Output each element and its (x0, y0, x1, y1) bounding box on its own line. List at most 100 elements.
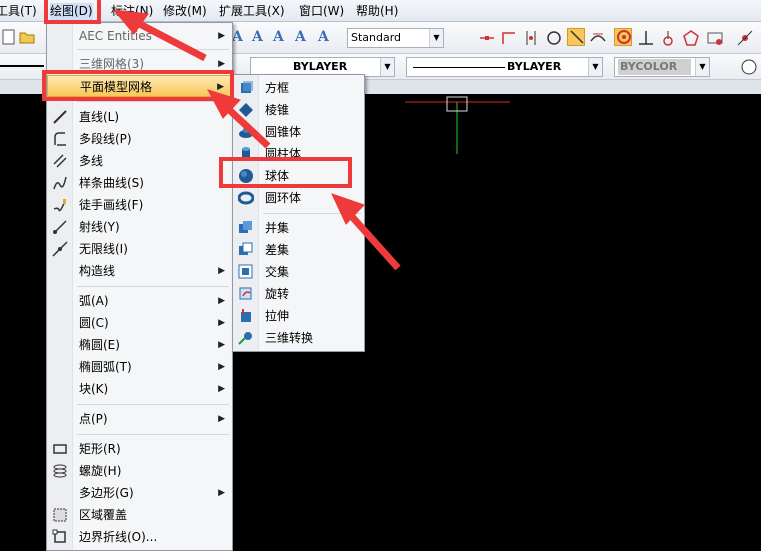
subtract-icon (239, 242, 253, 255)
snap-tangent-icon[interactable] (567, 28, 585, 46)
snap-circle-icon[interactable] (545, 29, 563, 47)
new-file-icon[interactable] (0, 28, 18, 46)
snap-endpoint-icon[interactable] (478, 29, 496, 47)
chevron-down-icon: ▼ (429, 29, 443, 47)
text-find-icon[interactable]: A (295, 29, 306, 45)
menu-item-arc[interactable]: 弧(A) ▶ (47, 290, 232, 312)
submenu-item-revolve[interactable]: 旋转 (233, 283, 364, 305)
menu-item-boundary-polyline[interactable]: 边界折线(O)... (47, 526, 232, 548)
menu-item-aec-entities[interactable]: AEC Entities ▶ (47, 25, 232, 47)
linetype-preview (0, 65, 44, 67)
menu-dimension[interactable]: 标注(N) (111, 3, 153, 20)
snap-node-icon[interactable] (659, 29, 677, 47)
snap-polygon-icon[interactable] (682, 29, 700, 47)
submenu-item-3d-convert[interactable]: 三维转换 (233, 327, 364, 349)
multiline-text-icon[interactable]: A (252, 29, 263, 45)
snap-quadrant-icon[interactable] (614, 28, 632, 46)
text-style-select[interactable]: Standard ▼ (347, 28, 444, 48)
chevron-right-icon: ▶ (218, 488, 225, 498)
submenu-item-intersect[interactable]: 交集 (233, 261, 364, 283)
menu-extend-tools[interactable]: 扩展工具(X) (219, 3, 285, 20)
submenu-item-torus[interactable]: 圆环体 (233, 187, 364, 209)
text-search-icon[interactable]: A (318, 29, 329, 45)
color-select[interactable]: BYCOLOR ▼ (614, 57, 710, 77)
torus-icon (238, 191, 254, 205)
chevron-right-icon: ▶ (218, 340, 225, 350)
menu-item-polyline[interactable]: 多段线(P) (47, 128, 232, 150)
open-folder-icon[interactable] (18, 28, 36, 46)
chevron-right-icon: ▶ (218, 362, 225, 372)
menu-item-infinite-line[interactable]: 无限线(I) (47, 238, 232, 260)
highlight-sphere-item (219, 157, 352, 188)
menu-item-freehand[interactable]: 徒手画线(F) (47, 194, 232, 216)
pyramid-icon (239, 103, 253, 117)
draw-menu: AEC Entities ▶ 三维网格(3) ▶ 平面模型网格 ▶ 直线(L) 多段线… (46, 22, 233, 551)
menu-item-elliptical-arc[interactable]: 椭圆弧(T) ▶ (47, 356, 232, 378)
menu-item-polygon[interactable]: 多边形(G) ▶ (47, 482, 232, 504)
ray-icon (53, 220, 67, 234)
box-icon (241, 81, 253, 93)
polyline-icon (54, 132, 66, 146)
chevron-right-icon: ▶ (218, 266, 225, 276)
menu-item-spline[interactable]: 样条曲线(S) (47, 172, 232, 194)
snap-settings-icon[interactable] (706, 29, 724, 47)
menu-item-rectangle[interactable]: 矩形(R) (47, 438, 232, 460)
menu-item-construction-line[interactable]: 构造线 ▶ (47, 260, 232, 282)
menu-item-helix[interactable]: 螺旋(H) (47, 460, 232, 482)
union-icon (239, 221, 252, 233)
menu-separator (77, 49, 229, 50)
submenu-item-subtract[interactable]: 差集 (233, 239, 364, 261)
chevron-down-icon: ▼ (380, 58, 394, 76)
menu-item-circle[interactable]: 圆(C) ▶ (47, 312, 232, 334)
menu-separator (263, 213, 361, 214)
submenu-item-extrude[interactable]: 拉伸 (233, 305, 364, 327)
chevron-right-icon: ▶ (218, 414, 225, 424)
chevron-right-icon: ▶ (218, 31, 225, 41)
menu-item-point[interactable]: 点(P) ▶ (47, 408, 232, 430)
menu-item-ellipse[interactable]: 椭圆(E) ▶ (47, 334, 232, 356)
helix-icon (53, 464, 67, 478)
menu-modify[interactable]: 修改(M) (163, 3, 207, 20)
circle-icon[interactable] (740, 58, 758, 76)
wipeout-icon (53, 508, 67, 522)
menu-window[interactable]: 窗口(W) (299, 3, 344, 20)
menu-tools[interactable]: 工具(T) (0, 3, 37, 20)
menu-bar: 工具(T) 绘图(D) 标注(N) 修改(M) 扩展工具(X) 窗口(W) 帮助… (0, 0, 761, 22)
menu-separator (77, 434, 229, 435)
menu-item-block[interactable]: 块(K) ▶ (47, 378, 232, 400)
menu-item-wipeout[interactable]: 区域覆盖 (47, 504, 232, 526)
lineweight-preview (413, 67, 505, 68)
submenu-item-box[interactable]: 方框 (233, 77, 364, 99)
menu-item-multiline[interactable]: 多线 (47, 150, 232, 172)
text-style-icon[interactable]: A (232, 29, 243, 45)
menu-help[interactable]: 帮助(H) (356, 3, 398, 20)
submenu-item-pyramid[interactable]: 棱锥 (233, 99, 364, 121)
menu-item-ray[interactable]: 射线(Y) (47, 216, 232, 238)
menu-separator (77, 286, 229, 287)
infinite-line-icon (52, 241, 68, 257)
chevron-down-icon: ▼ (695, 58, 709, 76)
intersect-icon (238, 264, 253, 279)
snap-nearest-icon[interactable] (736, 29, 754, 47)
line-icon (53, 110, 67, 124)
snap-center-icon[interactable] (522, 29, 540, 47)
snap-midpoint-icon[interactable] (500, 29, 518, 47)
multiline-icon (53, 154, 67, 168)
text-edit-icon[interactable]: A (273, 29, 284, 45)
freehand-icon (53, 199, 66, 212)
highlight-plane-mesh-item (42, 70, 234, 101)
menu-separator (77, 404, 229, 405)
lineweight-select[interactable]: BYLAYER ▼ (406, 57, 603, 77)
chevron-right-icon: ▶ (218, 318, 225, 328)
chevron-right-icon: ▶ (218, 296, 225, 306)
submenu-item-cone[interactable]: 圆锥体 (233, 121, 364, 143)
spline-icon (53, 176, 67, 190)
chevron-right-icon: ▶ (218, 384, 225, 394)
snap-intersection-icon[interactable] (589, 29, 607, 47)
menu-separator (77, 101, 229, 102)
rectangle-icon (53, 444, 67, 454)
snap-perpendicular-icon[interactable] (637, 29, 655, 47)
menu-item-line[interactable]: 直线(L) (47, 106, 232, 128)
convert-3d-icon (238, 332, 252, 345)
submenu-item-union[interactable]: 并集 (233, 217, 364, 239)
